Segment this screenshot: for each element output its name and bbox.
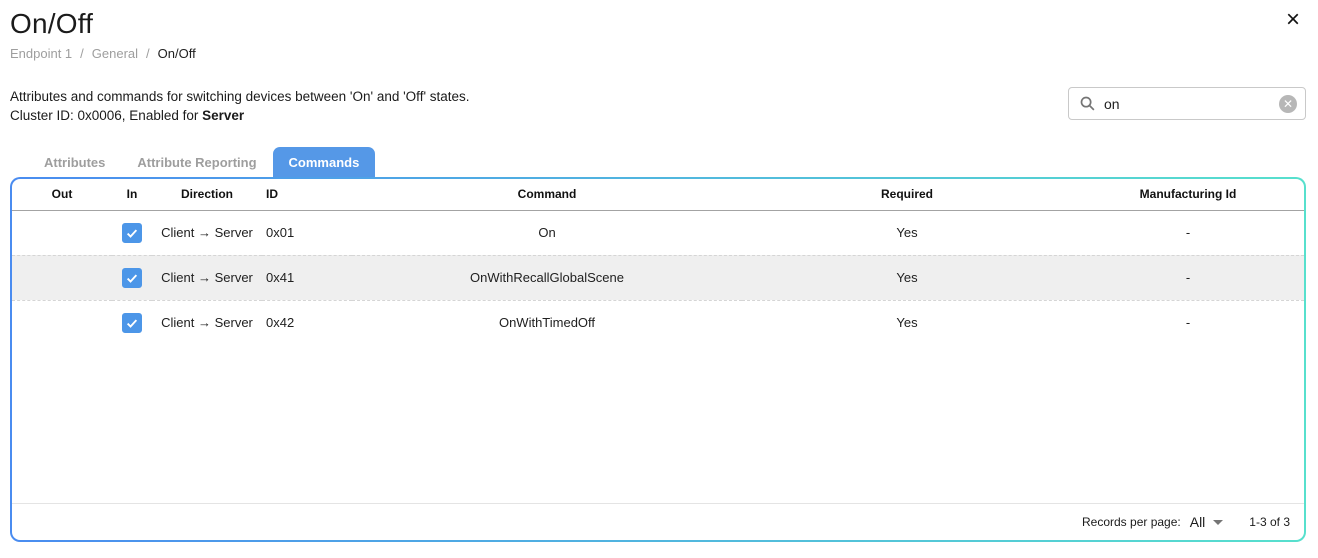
in-cell bbox=[112, 300, 152, 345]
records-per-page-select[interactable]: All bbox=[1190, 514, 1224, 530]
description-row: Attributes and commands for switching de… bbox=[0, 87, 1318, 125]
tab-attribute-reporting[interactable]: Attribute Reporting bbox=[121, 147, 272, 177]
col-header-out: Out bbox=[12, 179, 112, 210]
direction-cell: Client → Server bbox=[152, 300, 262, 345]
command-cell: OnWithTimedOff bbox=[352, 300, 742, 345]
command-cell: On bbox=[352, 210, 742, 255]
command-cell: OnWithRecallGlobalScene bbox=[352, 255, 742, 300]
search-input[interactable] bbox=[1104, 96, 1279, 112]
table-row: Client → Server 0x01 On Yes - bbox=[12, 210, 1304, 255]
in-cell bbox=[112, 255, 152, 300]
manufacturing-id-cell: - bbox=[1072, 255, 1304, 300]
in-checkbox[interactable] bbox=[122, 223, 142, 243]
manufacturing-id-cell: - bbox=[1072, 210, 1304, 255]
search-box[interactable]: ✕ bbox=[1068, 87, 1306, 120]
breadcrumb: Endpoint 1 / General / On/Off bbox=[10, 46, 1318, 61]
records-per-page-label: Records per page: bbox=[1082, 515, 1181, 529]
id-cell: 0x01 bbox=[262, 210, 352, 255]
breadcrumb-separator: / bbox=[146, 46, 150, 61]
required-cell: Yes bbox=[742, 255, 1072, 300]
out-cell bbox=[12, 255, 112, 300]
records-per-page-value: All bbox=[1190, 514, 1206, 530]
direction-cell: Client → Server bbox=[152, 255, 262, 300]
table-row: Client → Server 0x42 OnWithTimedOff Yes … bbox=[12, 300, 1304, 345]
page-title: On/Off bbox=[10, 8, 1318, 40]
commands-table-card: Out In Direction ID Command Required Man… bbox=[10, 177, 1306, 542]
table-header-row: Out In Direction ID Command Required Man… bbox=[12, 179, 1304, 210]
tab-commands[interactable]: Commands bbox=[273, 147, 376, 177]
close-icon[interactable]: × bbox=[1286, 8, 1300, 32]
table-row: Client → Server 0x41 OnWithRecallGlobalS… bbox=[12, 255, 1304, 300]
out-cell bbox=[12, 300, 112, 345]
id-cell: 0x42 bbox=[262, 300, 352, 345]
col-header-id: ID bbox=[262, 179, 352, 210]
onoff-cluster-dialog: On/Off × Endpoint 1 / General / On/Off A… bbox=[0, 0, 1318, 558]
direction-cell: Client → Server bbox=[152, 210, 262, 255]
col-header-required: Required bbox=[742, 179, 1072, 210]
required-cell: Yes bbox=[742, 210, 1072, 255]
manufacturing-id-cell: - bbox=[1072, 300, 1304, 345]
search-icon bbox=[1079, 95, 1096, 112]
breadcrumb-general[interactable]: General bbox=[92, 46, 138, 61]
tab-bar: Attributes Attribute Reporting Commands bbox=[28, 147, 1318, 177]
col-header-in: In bbox=[112, 179, 152, 210]
pagination-range: 1-3 of 3 bbox=[1249, 515, 1290, 529]
out-cell bbox=[12, 210, 112, 255]
in-checkbox[interactable] bbox=[122, 268, 142, 288]
required-cell: Yes bbox=[742, 300, 1072, 345]
breadcrumb-endpoint[interactable]: Endpoint 1 bbox=[10, 46, 72, 61]
pagination-bar: Records per page: All 1-3 of 3 bbox=[12, 503, 1304, 540]
enabled-for-value: Server bbox=[202, 108, 244, 123]
in-cell bbox=[112, 210, 152, 255]
clear-search-icon[interactable]: ✕ bbox=[1279, 95, 1297, 113]
breadcrumb-separator: / bbox=[80, 46, 84, 61]
tab-attributes[interactable]: Attributes bbox=[28, 147, 121, 177]
commands-table: Out In Direction ID Command Required Man… bbox=[12, 179, 1304, 345]
col-header-manufacturing-id: Manufacturing Id bbox=[1072, 179, 1304, 210]
col-header-command: Command bbox=[352, 179, 742, 210]
chevron-down-icon bbox=[1213, 520, 1223, 525]
breadcrumb-current: On/Off bbox=[158, 46, 196, 61]
col-header-direction: Direction bbox=[152, 179, 262, 210]
id-cell: 0x41 bbox=[262, 255, 352, 300]
in-checkbox[interactable] bbox=[122, 313, 142, 333]
